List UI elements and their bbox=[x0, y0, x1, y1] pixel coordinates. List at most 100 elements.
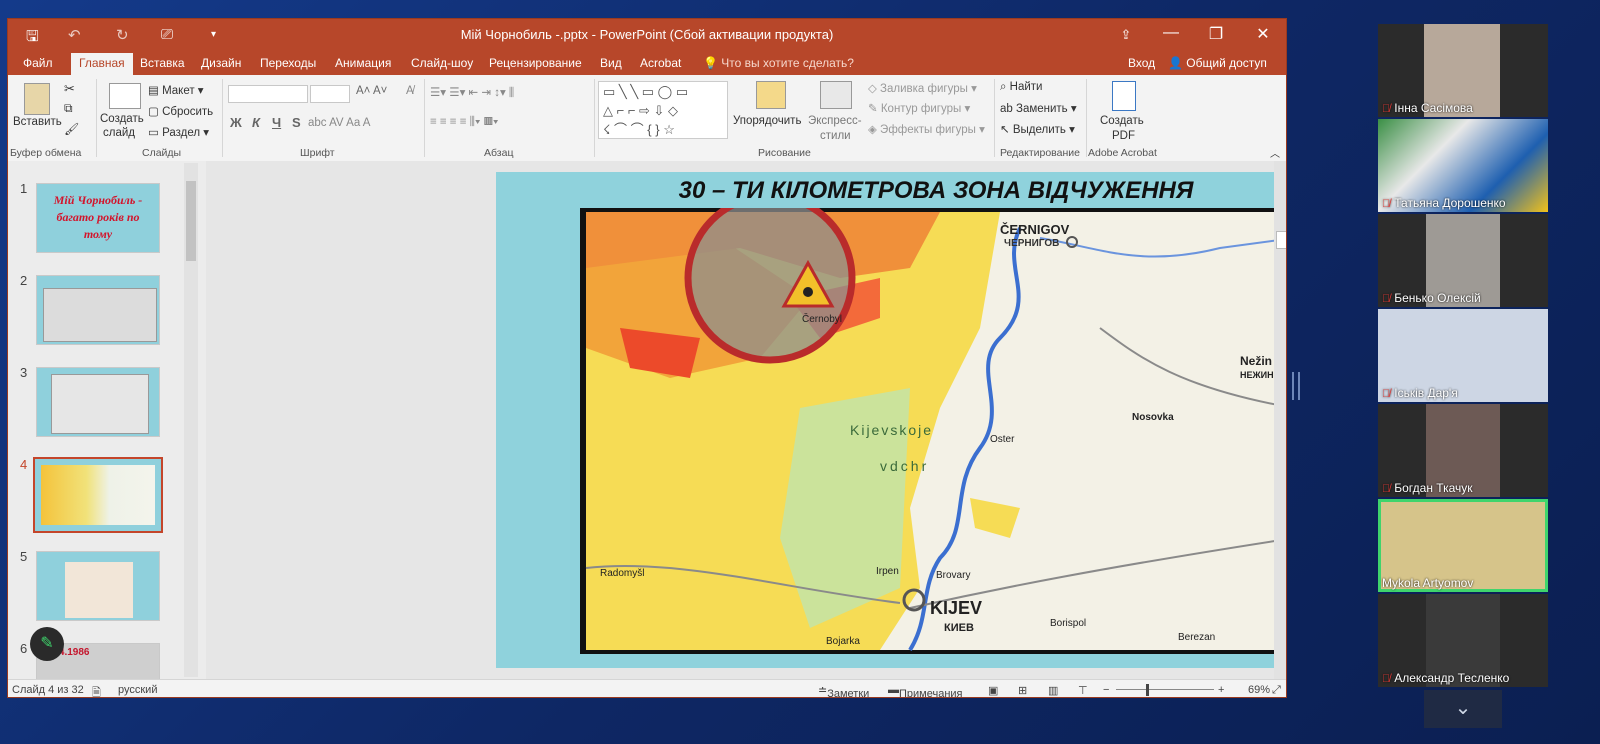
participant-tile-active-speaker[interactable]: Mykola Artyomov bbox=[1378, 499, 1548, 592]
font-extra-controls[interactable]: abc AV Aa A bbox=[308, 117, 370, 129]
zoom-slider-thumb[interactable] bbox=[1146, 684, 1149, 696]
scrollbar-thumb[interactable] bbox=[1276, 231, 1286, 249]
exclusion-zone-map[interactable]: ČERNIGOV ЧЕРНИГОВ Černobyl Kijevskoje vd… bbox=[580, 208, 1286, 654]
zoom-slider[interactable] bbox=[1116, 689, 1214, 690]
map-label-borispol: Borispol bbox=[1050, 618, 1087, 629]
format-painter-icon[interactable]: 🖌 bbox=[64, 122, 79, 136]
divider bbox=[994, 79, 995, 157]
tab-view[interactable]: Вид bbox=[600, 56, 622, 70]
tab-review[interactable]: Рецензирование bbox=[489, 56, 582, 70]
map-label-radomysl: Radomyšl bbox=[600, 568, 645, 579]
normal-view-icon[interactable]: ▣ bbox=[988, 684, 998, 697]
map-label-berezan: Berezan bbox=[1178, 632, 1216, 643]
maximize-button[interactable]: ❐ bbox=[1201, 24, 1231, 44]
copy-icon[interactable]: ⧉ bbox=[64, 101, 73, 116]
create-pdf-button[interactable]: Создать bbox=[1100, 115, 1144, 127]
tab-design[interactable]: Дизайн bbox=[201, 56, 241, 70]
map-label-irpen: Irpen bbox=[876, 566, 899, 577]
slideshow-view-icon[interactable]: ⊤ bbox=[1078, 684, 1088, 697]
collapse-ribbon-icon[interactable]: ︿ bbox=[1270, 145, 1280, 160]
spellcheck-icon[interactable]: 🗎 bbox=[92, 684, 101, 697]
thumbnails-scrollbar[interactable] bbox=[184, 163, 198, 677]
tab-animations[interactable]: Анимация bbox=[335, 56, 391, 70]
replace-button[interactable]: ab Заменить ▾ bbox=[1000, 101, 1077, 115]
thumbnail-slide-1[interactable]: Мій Чорнобиль - багато років по тому bbox=[36, 183, 160, 253]
comments-button[interactable]: ▬ Примечания bbox=[888, 684, 963, 697]
share-button[interactable]: 👤 Общий доступ bbox=[1168, 56, 1267, 70]
participant-tile[interactable]: 🎙̸ Інна Сасімова bbox=[1378, 24, 1548, 117]
layout-label: Макет bbox=[162, 85, 195, 97]
italic-button[interactable]: К bbox=[252, 115, 260, 130]
shape-effects-button[interactable]: ◈ Эффекты фигуры ▾ bbox=[868, 122, 985, 136]
fit-slide-icon[interactable]: ⤢ bbox=[1272, 684, 1281, 697]
slide-counter: Слайд 4 из 32 bbox=[12, 684, 84, 696]
thumb-number: 2 bbox=[20, 273, 28, 288]
reading-view-icon[interactable]: ▥ bbox=[1048, 684, 1058, 697]
bold-button[interactable]: Ж bbox=[230, 115, 242, 130]
section-button[interactable]: ▭ Раздел ▾ bbox=[148, 125, 209, 139]
participant-tile[interactable]: 🎙̸ Богдан Ткачук bbox=[1378, 404, 1548, 497]
layout-button[interactable]: ▤ Макет ▾ bbox=[148, 83, 204, 97]
panel-resize-handle[interactable] bbox=[1292, 372, 1300, 400]
minimize-button[interactable]: — bbox=[1156, 24, 1186, 42]
scrollbar-thumb[interactable] bbox=[186, 181, 196, 261]
shape-outline-button[interactable]: ✎ Контур фигуры ▾ bbox=[868, 101, 970, 115]
chevron-down-icon[interactable]: ⌄ bbox=[1424, 690, 1502, 728]
thumbnail-slide-3[interactable] bbox=[36, 367, 160, 437]
participant-tile[interactable]: 🎙̸ Іськів Дар'я bbox=[1378, 309, 1548, 402]
thumb-document-image bbox=[43, 288, 157, 342]
shape-fill-button[interactable]: ◇ Заливка фигуры ▾ bbox=[868, 81, 977, 95]
participant-name-text: Богдан Ткачук bbox=[1394, 481, 1473, 495]
slides-group-label: Слайды bbox=[142, 147, 182, 159]
align-controls[interactable]: ≡ ≡ ≡ ≡ ⫼▾ ▦▾ bbox=[430, 116, 499, 129]
tab-slideshow[interactable]: Слайд-шоу bbox=[411, 56, 473, 70]
tab-home[interactable]: Главная bbox=[71, 53, 133, 75]
slide-sorter-icon[interactable]: ⊞ bbox=[1018, 684, 1027, 697]
sign-in-link[interactable]: Вход bbox=[1128, 56, 1155, 70]
zoom-out-button[interactable]: − bbox=[1103, 684, 1109, 696]
ribbon-display-icon[interactable]: ⇪ bbox=[1111, 27, 1141, 43]
font-size-input[interactable] bbox=[310, 85, 350, 103]
paste-button[interactable]: Вставить bbox=[13, 116, 62, 128]
language-indicator[interactable]: русский bbox=[118, 684, 157, 696]
select-button[interactable]: ↖ Выделить ▾ bbox=[1000, 122, 1075, 136]
tab-insert[interactable]: Вставка bbox=[140, 56, 185, 70]
tell-me-search[interactable]: 💡 Что вы хотите сделать? bbox=[703, 56, 854, 70]
shapes-gallery[interactable]: ▭ ╲ ╲ ▭ ◯ ▭ △ ⌐ ⌐ ⇨ ⇩ ◇ ☇ ⌒ ⌒ { } ☆ bbox=[598, 81, 728, 139]
zoom-in-button[interactable]: + bbox=[1218, 684, 1224, 696]
shadow-button[interactable]: S bbox=[292, 115, 301, 130]
clear-format-icon[interactable]: A̸ bbox=[406, 85, 414, 97]
annotate-pencil-button[interactable]: ✎ bbox=[30, 627, 64, 661]
new-slide-button[interactable]: Создать bbox=[100, 113, 144, 125]
quick-styles-button[interactable]: Экспресс- bbox=[808, 115, 862, 127]
participant-name-text: Александр Тесленко bbox=[1394, 671, 1510, 685]
close-button[interactable]: ✕ bbox=[1248, 24, 1278, 44]
map-label-oster: Oster bbox=[990, 434, 1015, 445]
slide-title[interactable]: 30 – ТИ КІЛОМЕТРОВА ЗОНА ВІДЧУЖЕННЯ bbox=[496, 177, 1286, 205]
font-size-controls[interactable]: A˄ A˅ bbox=[356, 85, 387, 97]
thumbnail-slide-4[interactable] bbox=[33, 457, 163, 533]
current-slide[interactable]: 30 – ТИ КІЛОМЕТРОВА ЗОНА ВІДЧУЖЕННЯ ČERN… bbox=[496, 172, 1286, 668]
find-button[interactable]: ⌕ Найти bbox=[1000, 81, 1042, 94]
thumbnail-slide-5[interactable] bbox=[36, 551, 160, 621]
underline-button[interactable]: Ч bbox=[272, 115, 281, 130]
tab-transitions[interactable]: Переходы bbox=[260, 56, 316, 70]
notes-button[interactable]: ≐ Заметки bbox=[818, 684, 869, 697]
slide-scrollbar[interactable] bbox=[1274, 161, 1286, 679]
create-pdf-line2: PDF bbox=[1112, 130, 1135, 142]
tab-file[interactable]: Файл bbox=[23, 56, 53, 70]
tab-acrobat[interactable]: Acrobat bbox=[640, 56, 681, 70]
font-name-input[interactable] bbox=[228, 85, 308, 103]
participant-tile[interactable]: 🎙̸ Татьяна Дорошенко bbox=[1378, 119, 1548, 212]
zoom-level[interactable]: 69% bbox=[1248, 684, 1270, 696]
thumb-number: 4 bbox=[20, 457, 28, 472]
cut-icon[interactable]: ✂ bbox=[64, 81, 75, 97]
list-controls[interactable]: ☰▾ ☰▾ ⇤ ⇥ ↕▾ ⫼ bbox=[430, 85, 514, 100]
arrange-button[interactable]: Упорядочить bbox=[733, 115, 801, 127]
thumbnail-slide-2[interactable] bbox=[36, 275, 160, 345]
cursor-icon: ↖ bbox=[1000, 124, 1010, 136]
muted-mic-icon: 🎙̸ bbox=[1382, 103, 1391, 115]
reset-button[interactable]: ▢ Сбросить bbox=[148, 104, 213, 118]
participant-tile[interactable]: 🎙̸ Александр Тесленко bbox=[1378, 594, 1548, 687]
participant-tile[interactable]: 🎙̸ Бенько Олексій bbox=[1378, 214, 1548, 307]
